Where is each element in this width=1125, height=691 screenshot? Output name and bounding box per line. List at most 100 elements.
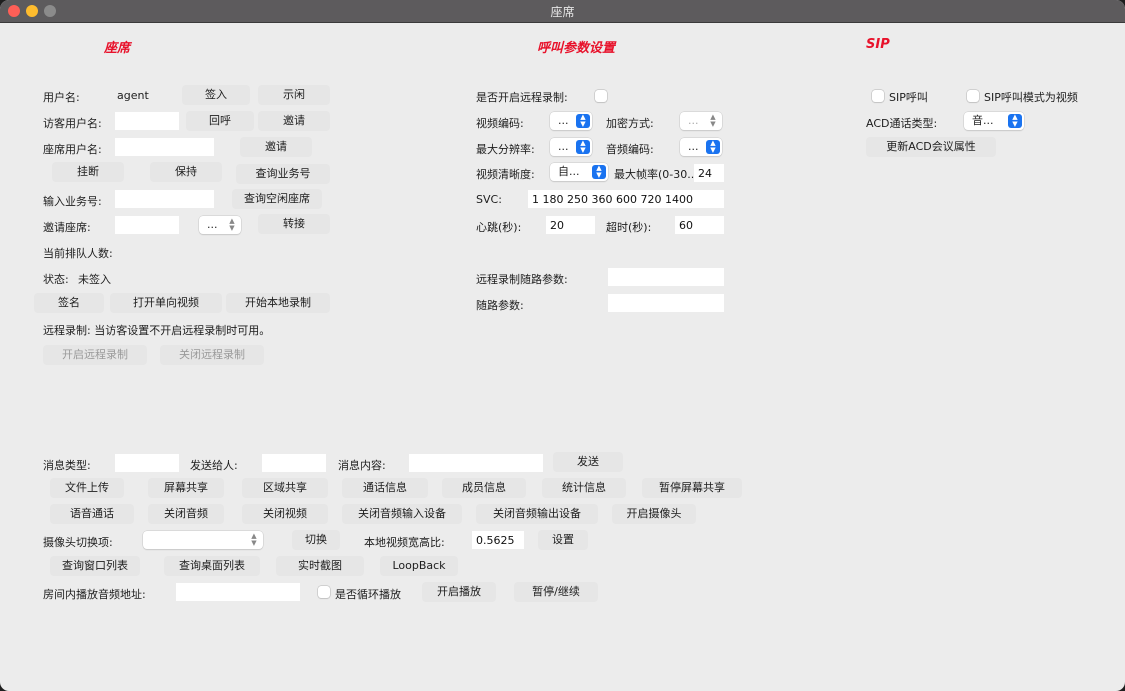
status-value: 未签入 — [78, 273, 111, 286]
local-ratio-input[interactable] — [472, 531, 524, 549]
query-desktops-button[interactable]: 查询桌面列表 — [164, 556, 260, 576]
invite-agent-select[interactable]: ... ▲ ▼ — [199, 216, 241, 234]
audio-codec-select[interactable]: ... ▲ ▼ — [680, 138, 722, 156]
sip-video-mode-checkbox[interactable] — [967, 90, 979, 102]
callback-button[interactable]: 回呼 — [186, 111, 254, 131]
loopback-button[interactable]: LoopBack — [380, 556, 458, 576]
close-audio-input-button[interactable]: 关闭音频输入设备 — [342, 504, 462, 524]
timeout-label: 超时(秒): — [606, 221, 652, 234]
acd-type-value: 音... — [972, 114, 994, 127]
timeout-input[interactable] — [675, 216, 724, 234]
encryption-select[interactable]: ... ▲ ▼ — [680, 112, 722, 130]
call-info-button[interactable]: 通话信息 — [342, 478, 428, 498]
chevron-updown-icon: ▲ ▼ — [1008, 114, 1022, 128]
svc-label: SVC: — [476, 193, 502, 206]
chevron-updown-icon: ▲ ▼ — [576, 140, 590, 154]
camera-switch-select[interactable]: ▲ ▼ — [143, 531, 263, 549]
pause-resume-button[interactable]: 暂停/继续 — [514, 582, 598, 602]
invite-agent-select-value: ... — [207, 218, 218, 231]
idle-button[interactable]: 示闲 — [258, 85, 330, 105]
business-number-input[interactable] — [115, 190, 214, 208]
hold-button[interactable]: 保持 — [150, 162, 222, 182]
acd-type-label: ACD通话类型: — [866, 117, 938, 130]
path-params-label: 随路参数: — [476, 299, 524, 312]
audio-codec-label: 音频编码: — [606, 143, 654, 156]
chevron-updown-icon: ▲ ▼ — [576, 114, 590, 128]
sign-in-button[interactable]: 签入 — [182, 85, 250, 105]
send-to-label: 发送给人: — [190, 459, 238, 472]
video-codec-select[interactable]: ... ▲ ▼ — [550, 112, 592, 130]
chevron-updown-icon: ▲ ▼ — [710, 113, 716, 128]
visitor-username-input[interactable] — [115, 112, 179, 130]
chevron-updown-icon: ▲ ▼ — [229, 217, 235, 232]
msg-content-label: 消息内容: — [338, 459, 386, 472]
heartbeat-input[interactable] — [546, 216, 595, 234]
stats-info-button[interactable]: 统计信息 — [542, 478, 626, 498]
open-camera-button[interactable]: 开启摄像头 — [612, 504, 696, 524]
msg-content-input[interactable] — [409, 454, 543, 472]
video-clarity-select[interactable]: 自... ▲ ▼ — [550, 163, 608, 181]
heartbeat-label: 心跳(秒): — [476, 221, 522, 234]
video-clarity-label: 视频清晰度: — [476, 168, 535, 181]
start-play-button[interactable]: 开启播放 — [422, 582, 496, 602]
send-button[interactable]: 发送 — [553, 452, 623, 472]
region-share-button[interactable]: 区域共享 — [242, 478, 328, 498]
local-ratio-label: 本地视频宽高比: — [364, 536, 445, 549]
video-codec-value: ... — [558, 114, 569, 127]
video-clarity-value: 自... — [558, 165, 580, 178]
username-value: agent — [117, 89, 149, 102]
screen-share-button[interactable]: 屏幕共享 — [148, 478, 224, 498]
msg-type-input[interactable] — [115, 454, 179, 472]
input-business-label: 输入业务号: — [43, 195, 102, 208]
hangup-button[interactable]: 挂断 — [52, 162, 124, 182]
chevron-updown-icon: ▲ ▼ — [706, 140, 720, 154]
max-fps-label: 最大帧率(0-30.. — [614, 168, 695, 181]
snapshot-button[interactable]: 实时截图 — [276, 556, 364, 576]
close-audio-output-button[interactable]: 关闭音频输出设备 — [476, 504, 598, 524]
max-resolution-select[interactable]: ... ▲ ▼ — [550, 138, 592, 156]
set-ratio-button[interactable]: 设置 — [538, 530, 588, 550]
sign-button[interactable]: 签名 — [34, 293, 104, 313]
encryption-value: ... — [688, 114, 699, 127]
switch-camera-button[interactable]: 切换 — [292, 530, 340, 550]
encryption-label: 加密方式: — [606, 117, 654, 130]
member-info-button[interactable]: 成员信息 — [442, 478, 526, 498]
path-params-input[interactable] — [608, 294, 724, 312]
close-video-button[interactable]: 关闭视频 — [242, 504, 328, 524]
max-fps-input[interactable] — [694, 164, 724, 182]
invite-agent-button[interactable]: 邀请 — [240, 137, 312, 157]
invite-agent-input[interactable] — [115, 216, 179, 234]
max-resolution-label: 最大分辨率: — [476, 143, 535, 156]
camera-switch-label: 摄像头切换项: — [43, 536, 113, 549]
remote-record-params-input[interactable] — [608, 268, 724, 286]
query-idle-agent-button[interactable]: 查询空闲座席 — [232, 189, 322, 209]
transfer-button[interactable]: 转接 — [258, 214, 330, 234]
agent-username-input[interactable] — [115, 138, 214, 156]
room-audio-input[interactable] — [176, 583, 300, 601]
query-windows-button[interactable]: 查询窗口列表 — [50, 556, 140, 576]
svc-input[interactable] — [528, 190, 724, 208]
update-acd-button[interactable]: 更新ACD会议属性 — [866, 137, 996, 157]
invite-agent-label: 邀请座席: — [43, 221, 91, 234]
room-audio-label: 房间内播放音频地址: — [43, 588, 146, 601]
sip-call-checkbox[interactable] — [872, 90, 884, 102]
msg-type-label: 消息类型: — [43, 459, 91, 472]
open-oneway-video-button[interactable]: 打开单向视频 — [110, 293, 222, 313]
loop-play-checkbox[interactable] — [318, 586, 330, 598]
loop-play-label: 是否循环播放 — [335, 588, 401, 601]
window-title: 座席 — [550, 5, 575, 19]
acd-type-select[interactable]: 音... ▲ ▼ — [964, 112, 1024, 130]
query-business-button[interactable]: 查询业务号 — [236, 164, 330, 184]
enable-remote-record-checkbox[interactable] — [595, 90, 607, 102]
close-audio-button[interactable]: 关闭音频 — [148, 504, 224, 524]
voice-call-button[interactable]: 语音通话 — [50, 504, 134, 524]
chevron-updown-icon: ▲ ▼ — [592, 165, 606, 179]
invite-visitor-button[interactable]: 邀请 — [258, 111, 330, 131]
pause-screen-share-button[interactable]: 暂停屏幕共享 — [642, 478, 742, 498]
remote-record-note: 远程录制: 当访客设置不开启远程录制时可用。 — [43, 324, 271, 337]
stop-remote-record-button[interactable]: 关闭远程录制 — [160, 345, 264, 365]
start-remote-record-button[interactable]: 开启远程录制 — [43, 345, 147, 365]
start-local-record-button[interactable]: 开始本地录制 — [226, 293, 330, 313]
send-to-input[interactable] — [262, 454, 326, 472]
file-upload-button[interactable]: 文件上传 — [50, 478, 124, 498]
